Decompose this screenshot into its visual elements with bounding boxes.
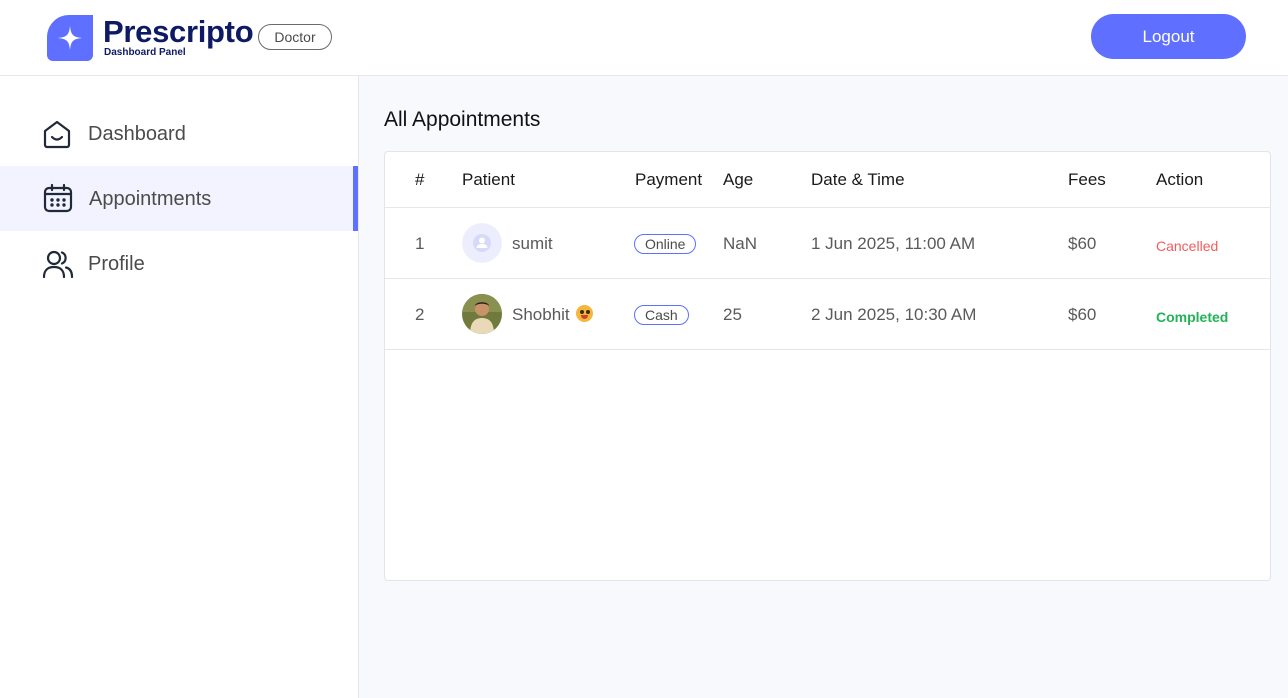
- home-icon: [43, 120, 71, 149]
- column-header: Action: [1156, 170, 1204, 189]
- appointment-datetime: 2 Jun 2025, 10:30 AM: [811, 305, 977, 324]
- appointment-datetime: 1 Jun 2025, 11:00 AM: [811, 234, 976, 253]
- row-index: 1: [415, 234, 425, 253]
- logout-button[interactable]: Logout: [1091, 14, 1246, 59]
- column-header: Age: [723, 170, 754, 189]
- table-header-row: # Patient Payment Age Date & Time Fees A…: [385, 152, 1270, 208]
- payment-badge: Cash: [634, 305, 689, 325]
- appointment-fees: $60: [1068, 234, 1097, 253]
- column-header: Date & Time: [811, 170, 905, 189]
- top-header: Prescripto Dashboard Panel Doctor Logout: [0, 0, 1288, 76]
- column-header: Payment: [635, 170, 703, 189]
- payment-badge: Online: [634, 234, 697, 254]
- main-content: All Appointments # Patient Payment Age D…: [359, 76, 1288, 698]
- patient-age: 25: [723, 305, 742, 324]
- sidebar-item-label: Dashboard: [88, 123, 186, 145]
- sidebar-item-profile[interactable]: Profile: [0, 232, 358, 296]
- brand-subtitle: Dashboard Panel: [104, 47, 186, 58]
- smiley-emoji-icon: [575, 305, 593, 322]
- active-indicator: [353, 166, 358, 231]
- sidebar-item-dashboard[interactable]: Dashboard: [0, 102, 358, 166]
- prescripto-logo-icon: [47, 15, 93, 61]
- role-badge: Doctor: [258, 24, 332, 50]
- users-icon: [42, 250, 74, 279]
- calendar-icon: [43, 183, 73, 213]
- table-row[interactable]: 2 Shobhit Cash 25 2 Jun 2025, 10:30 AM $…: [385, 279, 1270, 350]
- status-badge: Completed: [1156, 309, 1229, 325]
- appointments-table: # Patient Payment Age Date & Time Fees A…: [384, 151, 1271, 581]
- patient-age: NaN: [723, 234, 758, 253]
- default-avatar-icon: [462, 223, 502, 263]
- column-header: Fees: [1068, 170, 1106, 189]
- patient-name: sumit: [512, 234, 553, 253]
- sidebar-item-appointments[interactable]: Appointments: [0, 166, 358, 231]
- sidebar-item-label: Appointments: [89, 188, 212, 210]
- appointment-fees: $60: [1068, 305, 1097, 324]
- page-title: All Appointments: [384, 108, 541, 131]
- patient-name: Shobhit: [512, 305, 593, 325]
- sidebar-item-label: Profile: [88, 253, 145, 275]
- status-badge: Cancelled: [1156, 238, 1219, 254]
- patient-photo-avatar: [462, 294, 502, 334]
- table-row[interactable]: 1 sumit Online NaN 1 Jun 2025, 11:00 AM …: [385, 208, 1270, 279]
- column-header: #: [415, 170, 425, 189]
- column-header: Patient: [462, 170, 515, 189]
- sidebar: Dashboard Appointments Profile: [0, 76, 359, 698]
- row-index: 2: [415, 305, 425, 324]
- brand-name: Prescripto: [103, 14, 254, 49]
- patient-name-text: Shobhit: [512, 305, 570, 324]
